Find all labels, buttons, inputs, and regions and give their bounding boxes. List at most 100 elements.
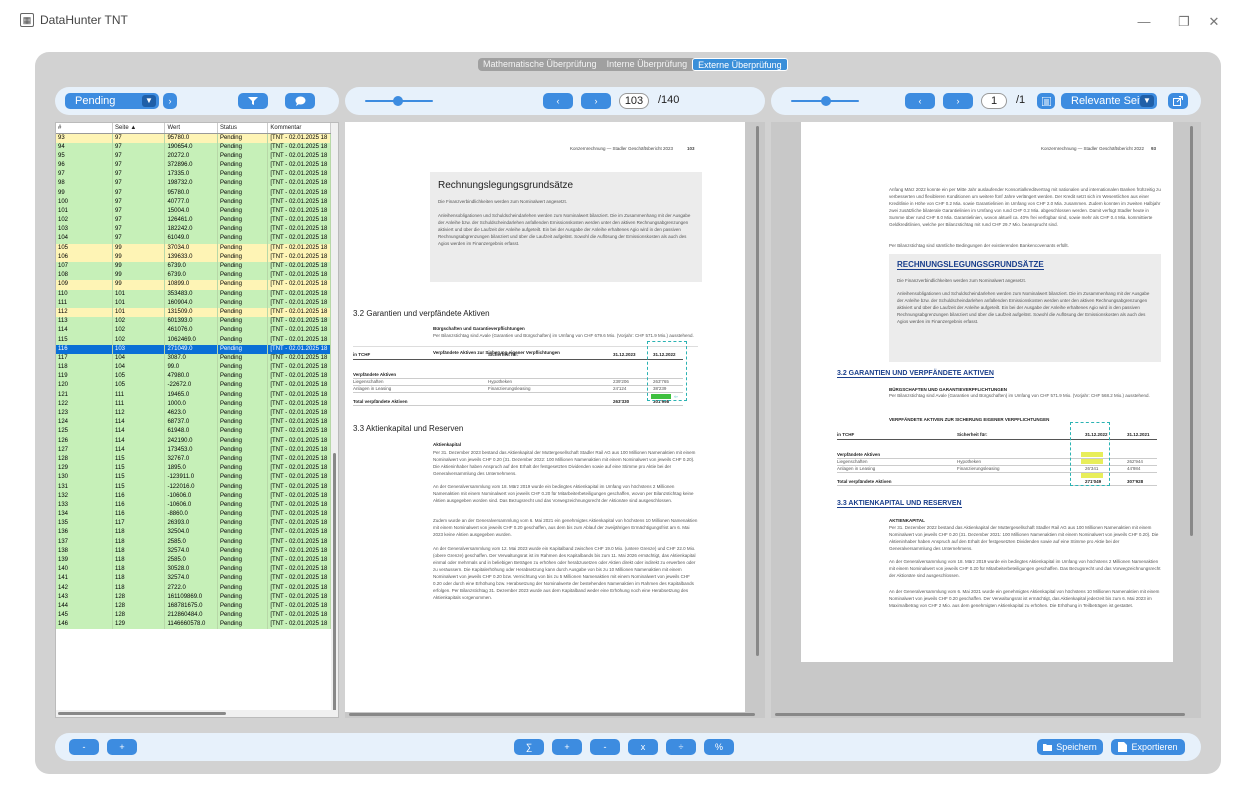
- table-row[interactable]: 132 116 -10606.0 Pending [TNT - 02.01.2025 1…: [56, 491, 331, 501]
- scrollbar-thumb[interactable]: [58, 712, 226, 715]
- percent-button[interactable]: %: [704, 739, 734, 755]
- table-row[interactable]: 143 128 161109869.0 Pending [TNT - 02.01.202…: [56, 592, 331, 602]
- table-row[interactable]: 141 118 32574.0 Pending [TNT - 02.01.2025 18: [56, 574, 331, 584]
- table-row[interactable]: 113 102 601393.0 Pending [TNT - 02.01.2025 1…: [56, 317, 331, 327]
- status-filter-select[interactable]: Pending ▼: [65, 93, 159, 109]
- column-header[interactable]: Status: [217, 123, 269, 134]
- table-row[interactable]: 109 99 10899.0 Pending [TNT - 02.01.2025 18: [56, 280, 331, 290]
- table-vertical-scrollbar[interactable]: [331, 123, 338, 717]
- table-row[interactable]: 101 97 15004.0 Pending [TNT - 02.01.2025 18: [56, 206, 331, 216]
- table-row[interactable]: 122 111 1000.0 Pending [TNT - 02.01.2025 18: [56, 399, 331, 409]
- save-button[interactable]: Speichern: [1037, 739, 1103, 755]
- document-vertical-scrollbar[interactable]: [754, 126, 761, 696]
- table-row[interactable]: 114 102 461076.0 Pending [TNT - 02.01.2025 1…: [56, 326, 331, 336]
- zoom-slider-thumb[interactable]: [393, 96, 403, 106]
- filter-button[interactable]: [238, 93, 268, 109]
- tab-externe-ueberpruefung[interactable]: Externe Überprüfung: [692, 58, 788, 71]
- scrollbar-thumb[interactable]: [333, 453, 336, 713]
- view-mode-select[interactable]: Relevante Seiten ▼: [1061, 93, 1157, 109]
- table-row[interactable]: 138 118 32574.0 Pending [TNT - 02.01.2025 18: [56, 546, 331, 556]
- table-row[interactable]: 96 97 372896.0 Pending [TNT - 02.01.2025 18: [56, 160, 331, 171]
- restore-button[interactable]: ❐: [1176, 14, 1192, 30]
- table-row[interactable]: 100 97 40777.0 Pending [TNT - 02.01.2025 18: [56, 197, 331, 207]
- table-row[interactable]: 98 97 198732.0 Pending [TNT - 02.01.2025 18: [56, 179, 331, 189]
- next-page-button[interactable]: ›: [943, 93, 973, 109]
- table-row[interactable]: 108 99 6739.0 Pending [TNT - 02.01.2025 18: [56, 271, 331, 281]
- table-horizontal-scrollbar[interactable]: [56, 710, 338, 717]
- document-horizontal-scrollbar[interactable]: [345, 711, 765, 718]
- column-header[interactable]: Seite ▲: [112, 123, 166, 134]
- divide-button[interactable]: ÷: [666, 739, 696, 755]
- scrollbar-thumb[interactable]: [349, 713, 755, 716]
- table-row[interactable]: 106 99 139633.0 Pending [TNT - 02.01.2025 18: [56, 252, 331, 262]
- table-row[interactable]: 144 128 168781675.0 Pending [TNT - 02.01.202…: [56, 601, 331, 612]
- apply-filter-button[interactable]: ›: [163, 93, 177, 109]
- subtract-button[interactable]: -: [590, 739, 620, 755]
- table-row[interactable]: 121 111 19465.0 Pending [TNT - 02.01.2025 18: [56, 390, 331, 400]
- table-row[interactable]: 131 115 -122016.0 Pending [TNT - 02.01.2025 …: [56, 482, 331, 492]
- table-row[interactable]: 130 115 -123911.0 Pending [TNT - 02.01.2025 …: [56, 473, 331, 483]
- table-row[interactable]: 118 104 99.0 Pending [TNT - 02.01.2025 18: [56, 363, 331, 373]
- table-row[interactable]: 127 114 173453.0 Pending [TNT - 02.01.2025 1…: [56, 445, 331, 455]
- scrollbar-thumb[interactable]: [775, 713, 1185, 716]
- zoom-slider-thumb[interactable]: [821, 96, 831, 106]
- table-row[interactable]: 107 99 6739.0 Pending [TNT - 02.01.2025 18: [56, 261, 331, 272]
- table-row[interactable]: 140 118 30528.0 Pending [TNT - 02.01.2025 18: [56, 565, 331, 575]
- next-page-button[interactable]: ›: [581, 93, 611, 109]
- table-row[interactable]: 123 112 4623.0 Pending [TNT - 02.01.2025 18: [56, 408, 331, 419]
- table-row[interactable]: 110 101 353483.0 Pending [TNT - 02.01.2025 1…: [56, 289, 331, 299]
- table-row[interactable]: 115 102 1062469.0 Pending [TNT - 02.01.2025 …: [56, 335, 331, 345]
- add-button[interactable]: +: [552, 739, 582, 755]
- table-row[interactable]: 112 101 131509.0 Pending [TNT - 02.01.2025 1…: [56, 307, 331, 318]
- table-row[interactable]: 124 114 68737.0 Pending [TNT - 02.01.2025 18: [56, 418, 331, 428]
- remove-row-button[interactable]: -: [69, 739, 99, 755]
- table-row[interactable]: 111 101 160904.0 Pending [TNT - 02.01.2025 1…: [56, 298, 331, 308]
- prev-page-button[interactable]: ‹: [905, 93, 935, 109]
- table-row[interactable]: 93 97 95780.0 Pending [TNT - 02.01.2025 18: [56, 133, 331, 143]
- add-row-button[interactable]: +: [107, 739, 137, 755]
- document-vertical-scrollbar[interactable]: [1188, 126, 1195, 666]
- table-row[interactable]: 135 117 26393.0 Pending [TNT - 02.01.2025 18: [56, 519, 331, 529]
- table-row[interactable]: 146 129 1146660578.0 Pending [TNT - 02.01.20…: [56, 620, 331, 630]
- table-row[interactable]: 116 103 271049.0 Pending [TNT - 02.01.2025 1…: [56, 344, 331, 354]
- document-horizontal-scrollbar[interactable]: [771, 711, 1201, 718]
- prev-page-button[interactable]: ‹: [543, 93, 573, 109]
- column-header[interactable]: Wert: [164, 123, 218, 134]
- table-row[interactable]: 136 118 32504.0 Pending [TNT - 02.01.2025 18: [56, 528, 331, 538]
- table-row[interactable]: 134 116 -8860.0 Pending [TNT - 02.01.2025 18: [56, 510, 331, 520]
- open-external-button[interactable]: [1168, 93, 1188, 109]
- right-document-viewer[interactable]: Konzernrechnung — Stadler Geschäftsberic…: [771, 122, 1201, 718]
- page-number-input[interactable]: 1: [981, 93, 1007, 109]
- table-row[interactable]: 129 115 1895.0 Pending [TNT - 02.01.2025 18: [56, 464, 331, 474]
- comment-button[interactable]: [285, 93, 315, 109]
- table-row[interactable]: 119 105 47980.0 Pending [TNT - 02.01.2025 18: [56, 372, 331, 382]
- middle-document-viewer[interactable]: Konzernrechnung — Stadler Geschäftsberic…: [345, 122, 765, 718]
- table-row[interactable]: 104 97 61049.0 Pending [TNT - 02.01.2025 18: [56, 234, 331, 244]
- minimize-button[interactable]: —: [1136, 14, 1152, 29]
- table-row[interactable]: 97 97 17335.0 Pending [TNT - 02.01.2025 18: [56, 170, 331, 180]
- table-row[interactable]: 103 97 182242.0 Pending [TNT - 02.01.2025 18: [56, 225, 331, 235]
- table-row[interactable]: 137 118 2585.0 Pending [TNT - 02.01.2025 18: [56, 537, 331, 547]
- multiply-button[interactable]: x: [628, 739, 658, 755]
- table-row[interactable]: 128 115 32767.0 Pending [TNT - 02.01.2025 18: [56, 454, 331, 465]
- table-row[interactable]: 120 105 -22672.0 Pending [TNT - 02.01.2025 1…: [56, 381, 331, 391]
- table-row[interactable]: 125 114 61948.0 Pending [TNT - 02.01.2025 18: [56, 427, 331, 437]
- tab-mathematische-ueberpruefung[interactable]: Mathematische Überprüfung: [478, 58, 602, 71]
- table-row[interactable]: 94 97 190654.0 Pending [TNT - 02.01.2025 18: [56, 142, 331, 152]
- table-row[interactable]: 126 114 242190.0 Pending [TNT - 02.01.2025 1…: [56, 436, 331, 446]
- page-number-input[interactable]: 103: [619, 93, 649, 109]
- scrollbar-thumb[interactable]: [756, 126, 759, 656]
- table-row[interactable]: 139 118 2585.0 Pending [TNT - 02.01.2025 18: [56, 555, 331, 566]
- export-button[interactable]: Exportieren: [1111, 739, 1185, 755]
- table-row[interactable]: 145 128 212860484.0 Pending [TNT - 02.01.202…: [56, 611, 331, 621]
- table-row[interactable]: 142 118 2722.0 Pending [TNT - 02.01.2025 18: [56, 583, 331, 593]
- tab-interne-ueberpruefung[interactable]: Interne Überprüfung: [602, 58, 693, 71]
- scrollbar-thumb[interactable]: [1190, 126, 1193, 536]
- table-row[interactable]: 133 116 -10606.0 Pending [TNT - 02.01.2025 1…: [56, 500, 331, 510]
- column-header[interactable]: Kommentar: [267, 123, 331, 134]
- column-header[interactable]: #: [56, 123, 113, 134]
- table-row[interactable]: 105 99 37034.0 Pending [TNT - 02.01.2025 18: [56, 243, 331, 253]
- table-row[interactable]: 95 97 20272.0 Pending [TNT - 02.01.2025 18: [56, 151, 331, 161]
- table-row[interactable]: 117 104 3087.0 Pending [TNT - 02.01.2025 18: [56, 353, 331, 363]
- table-row[interactable]: 102 97 126461.0 Pending [TNT - 02.01.2025 18: [56, 216, 331, 226]
